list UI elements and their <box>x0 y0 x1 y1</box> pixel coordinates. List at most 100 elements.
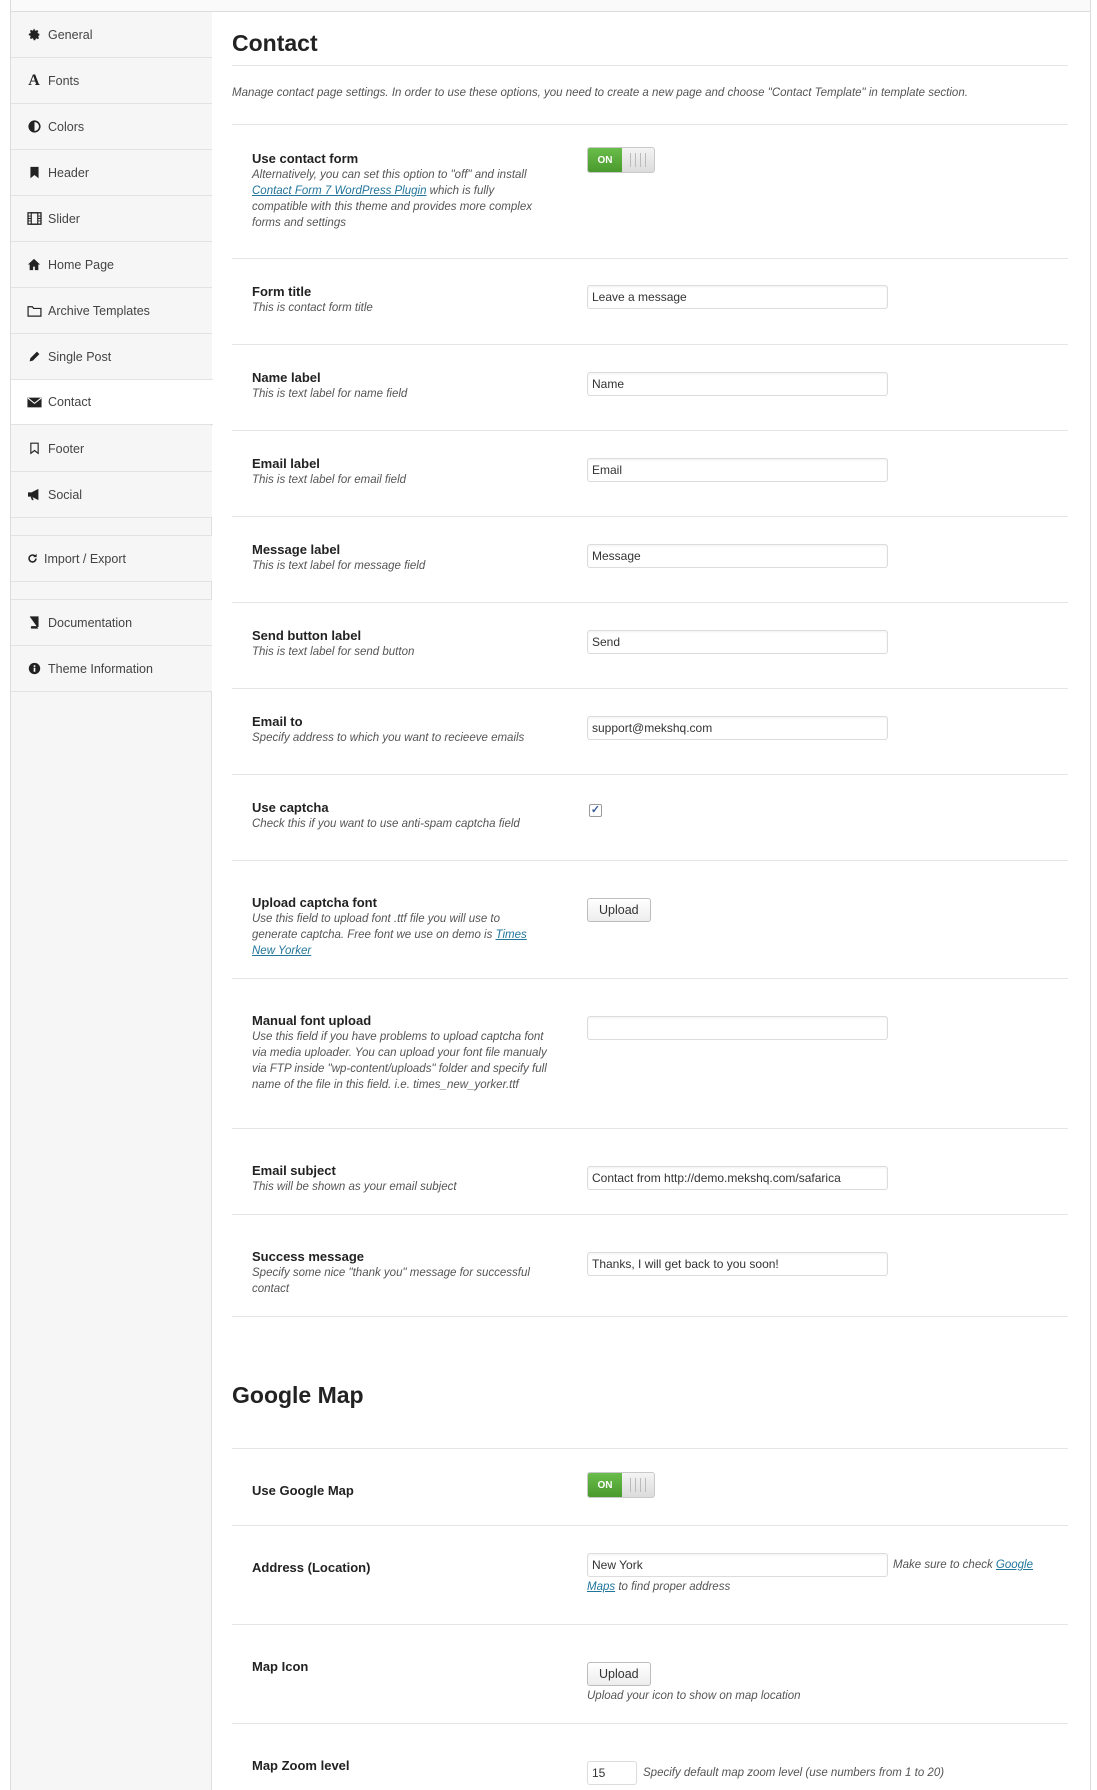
send-button-label-input[interactable] <box>587 630 888 654</box>
divider <box>232 1214 1068 1215</box>
megaphone-icon <box>25 486 43 504</box>
use-contact-form-toggle[interactable]: ON <box>587 147 655 173</box>
divider <box>232 602 1068 603</box>
manual-font-upload-label: Manual font upload <box>252 1013 372 1028</box>
refresh-icon <box>25 550 39 568</box>
sidebar-item-archive-templates[interactable]: Archive Templates <box>11 288 212 334</box>
divider <box>232 688 1068 689</box>
manual-font-upload-input[interactable] <box>587 1016 888 1040</box>
divider <box>232 1525 1068 1526</box>
desc-text: Alternatively, you can set this option t… <box>252 169 527 181</box>
page-intro: Manage contact page settings. In order t… <box>232 87 968 99</box>
send-button-label-desc: This is text label for send button <box>252 646 415 658</box>
sidebar-item-fonts[interactable]: A Fonts <box>11 58 212 104</box>
sidebar-item-label: Fonts <box>48 73 80 88</box>
divider <box>232 65 1068 66</box>
use-google-map-toggle[interactable]: ON <box>587 1472 655 1498</box>
divider <box>232 344 1068 345</box>
sidebar: General A Fonts Colors Header Slider Hom… <box>11 12 213 1790</box>
sidebar-item-theme-information[interactable]: Theme Information <box>11 646 212 692</box>
sidebar-item-single-post[interactable]: Single Post <box>11 334 212 380</box>
email-subject-input[interactable] <box>587 1166 888 1190</box>
sidebar-item-contact[interactable]: Contact <box>11 379 213 425</box>
email-label-desc: This is text label for email field <box>252 474 407 486</box>
address-note: Make sure to check Google <box>893 1559 1033 1571</box>
note-text: Make sure to check <box>893 1559 996 1571</box>
divider <box>232 774 1068 775</box>
upload-captcha-font-button[interactable]: Upload <box>587 898 651 922</box>
bookmark-icon <box>25 164 43 182</box>
form-title-input[interactable] <box>587 285 888 309</box>
film-icon <box>25 210 43 228</box>
google-maps-link[interactable]: Google <box>996 1559 1033 1571</box>
envelope-icon <box>25 393 43 411</box>
form-title-label: Form title <box>252 284 312 299</box>
sidebar-item-label: Archive Templates <box>48 303 150 318</box>
manual-font-upload-desc: Use this field if you have problems to u… <box>252 1031 547 1091</box>
upload-captcha-font-label: Upload captcha font <box>252 895 377 910</box>
divider <box>232 1448 1068 1449</box>
address-location-label: Address (Location) <box>252 1560 371 1575</box>
use-captcha-desc: Check this if you want to use anti-spam … <box>252 818 520 830</box>
divider <box>232 258 1068 259</box>
email-subject-desc: This will be shown as your email subject <box>252 1181 457 1193</box>
pencil-icon <box>25 348 43 366</box>
map-icon-upload-button[interactable]: Upload <box>587 1662 651 1686</box>
toggle-grip <box>630 1478 646 1492</box>
address-location-input[interactable] <box>587 1553 888 1577</box>
toggle-on-label: ON <box>588 148 622 172</box>
use-contact-form-desc: Alternatively, you can set this option t… <box>252 167 547 231</box>
email-label-input[interactable] <box>587 458 888 482</box>
folder-icon <box>25 302 43 320</box>
email-to-label: Email to <box>252 714 303 729</box>
map-zoom-note: Specify default map zoom level (use numb… <box>643 1767 945 1779</box>
map-icon-label: Map Icon <box>252 1659 309 1674</box>
bookmark-outline-icon <box>25 440 43 458</box>
use-contact-form-label: Use contact form <box>252 151 359 166</box>
sidebar-item-header[interactable]: Header <box>11 150 212 196</box>
sidebar-item-slider[interactable]: Slider <box>11 196 212 242</box>
sidebar-item-label: Documentation <box>48 615 133 630</box>
font-icon: A <box>28 71 40 89</box>
use-google-map-label: Use Google Map <box>252 1483 354 1498</box>
sidebar-item-home-page[interactable]: Home Page <box>11 242 212 288</box>
desc-text: Use this field to upload font .ttf file … <box>252 913 501 941</box>
divider <box>232 1624 1068 1625</box>
toggle-grip <box>630 153 646 167</box>
sidebar-item-label: Social <box>48 487 83 502</box>
home-icon <box>25 256 43 274</box>
contact-form-7-link[interactable]: Contact Form 7 WordPress Plugin <box>252 185 426 197</box>
sidebar-item-label: Header <box>48 165 89 180</box>
sidebar-item-label: Slider <box>48 211 80 226</box>
book-icon <box>25 614 43 632</box>
sidebar-item-general[interactable]: General <box>11 12 212 58</box>
success-message-label: Success message <box>252 1249 365 1264</box>
name-label-label: Name label <box>252 370 321 385</box>
sidebar-item-documentation[interactable]: Documentation <box>11 600 212 646</box>
sidebar-item-footer[interactable]: Footer <box>11 426 212 472</box>
map-zoom-level-input[interactable] <box>587 1761 637 1785</box>
address-note-cont: Maps to find proper address <box>587 1581 730 1593</box>
divider <box>232 430 1068 431</box>
use-captcha-checkbox[interactable]: ✓ <box>589 804 602 817</box>
map-zoom-level-label: Map Zoom level <box>252 1758 350 1773</box>
divider <box>232 1723 1068 1724</box>
sidebar-item-colors[interactable]: Colors <box>11 104 212 150</box>
email-to-input[interactable] <box>587 716 888 740</box>
google-maps-link[interactable]: Maps <box>587 1581 615 1593</box>
divider <box>232 1128 1068 1129</box>
sidebar-item-label: Theme Information <box>48 661 153 676</box>
section-title-google-map: Google Map <box>232 1382 364 1408</box>
sidebar-item-label: Home Page <box>48 257 115 272</box>
sidebar-item-label: Import / Export <box>44 551 126 566</box>
upload-captcha-font-desc: Use this field to upload font .ttf file … <box>252 911 547 959</box>
sidebar-item-label: General <box>48 27 93 42</box>
gear-icon <box>25 26 43 44</box>
message-label-input[interactable] <box>587 544 888 568</box>
divider <box>232 516 1068 517</box>
sidebar-item-import-export[interactable]: Import / Export <box>11 536 212 582</box>
success-message-input[interactable] <box>587 1252 888 1276</box>
sidebar-item-social[interactable]: Social <box>11 472 212 518</box>
name-label-input[interactable] <box>587 372 888 396</box>
divider <box>232 978 1068 979</box>
